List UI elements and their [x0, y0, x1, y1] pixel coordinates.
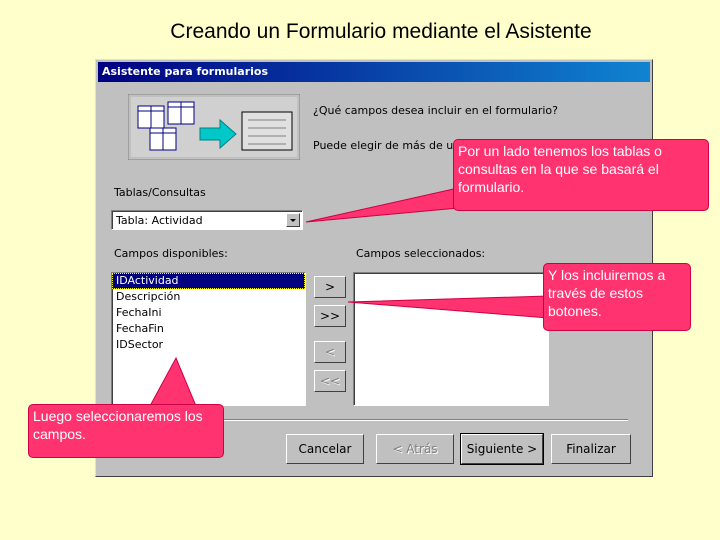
callout-pointer-fields	[149, 356, 197, 407]
callout-buttons: Y los incluiremos a través de estos boto…	[543, 263, 691, 331]
callout-tables: Por un lado tenemos los tablas o consult…	[453, 139, 709, 211]
callout-fields: Luego seleccionaremos los campos.	[28, 404, 224, 458]
callout-pointer-tables	[305, 187, 459, 223]
callout-pointer-buttons	[347, 295, 549, 319]
